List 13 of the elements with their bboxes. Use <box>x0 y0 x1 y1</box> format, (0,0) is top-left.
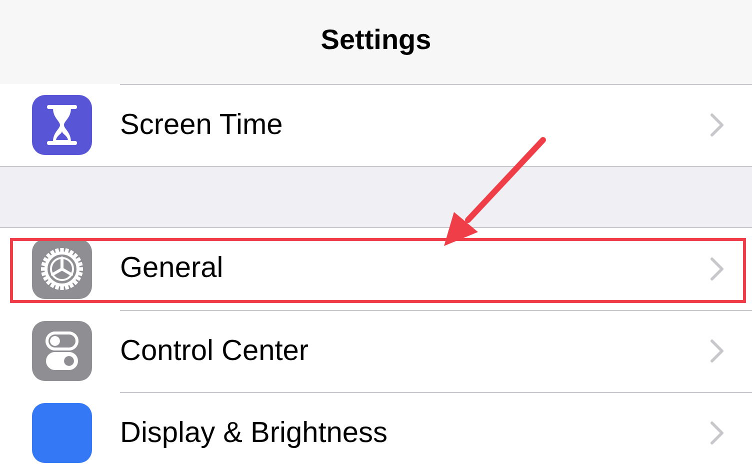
settings-row[interactable]: Display & Brightness <box>0 392 752 469</box>
row-label: General <box>120 251 224 286</box>
row-label: Display & Brightness <box>120 416 389 451</box>
row-label: Screen Time <box>120 108 284 143</box>
screen-title: Settings <box>320 23 432 57</box>
settings-row[interactable]: Control Center <box>0 310 752 392</box>
chevron-icon <box>710 339 724 364</box>
chevron-icon <box>710 113 724 138</box>
chevron-icon <box>710 256 724 282</box>
settings-row[interactable]: Screen Time <box>0 84 752 166</box>
settings-row[interactable]: General <box>0 228 752 310</box>
chevron-icon <box>710 421 724 446</box>
row-label: Control Center <box>120 334 310 369</box>
